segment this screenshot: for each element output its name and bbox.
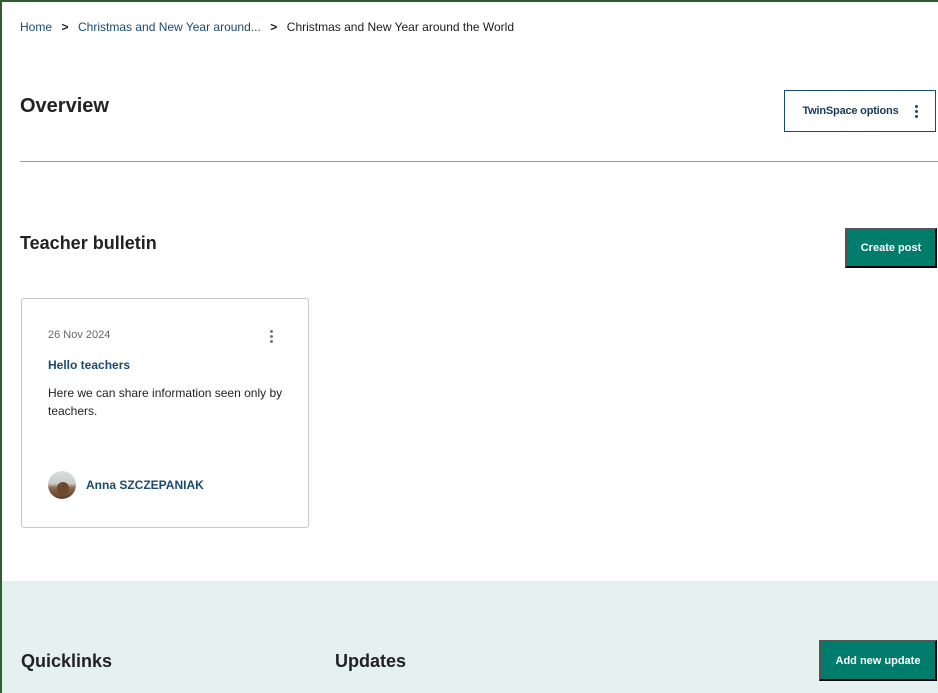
kebab-menu-icon <box>914 104 918 118</box>
twinspace-options-button[interactable]: TwinSpace options <box>784 90 936 132</box>
breadcrumb: Home > Christmas and New Year around... … <box>20 20 514 34</box>
updates-title: Updates <box>335 651 407 671</box>
post-title[interactable]: Hello teachers <box>48 358 130 372</box>
post-date: 26 Nov 2024 <box>48 329 111 341</box>
chevron-right-icon: > <box>61 20 69 34</box>
create-post-button[interactable]: Create post <box>845 228 937 268</box>
quicklinks-title: Quicklinks <box>21 651 113 671</box>
post-body: Here we can share information seen only … <box>48 386 283 418</box>
chevron-right-icon: > <box>270 20 278 34</box>
author-name[interactable]: Anna SZCZEPANIAK <box>86 478 204 492</box>
divider <box>20 161 938 162</box>
bottom-section-band <box>2 581 938 693</box>
post-author[interactable]: Anna SZCZEPANIAK <box>48 471 204 499</box>
avatar <box>48 471 76 499</box>
breadcrumb-current: Christmas and New Year around the World <box>286 20 515 34</box>
twinspace-options-label: TwinSpace options <box>802 105 899 117</box>
kebab-menu-icon[interactable] <box>270 330 273 343</box>
breadcrumb-project-link[interactable]: Christmas and New Year around... <box>78 20 261 34</box>
page-title: Overview <box>20 95 109 117</box>
teacher-bulletin-title: Teacher bulletin <box>20 233 157 253</box>
breadcrumb-home-link[interactable]: Home <box>20 20 52 34</box>
add-new-update-button[interactable]: Add new update <box>819 640 937 681</box>
bulletin-post-card[interactable]: 26 Nov 2024 Hello teachers Here we can s… <box>21 298 309 528</box>
